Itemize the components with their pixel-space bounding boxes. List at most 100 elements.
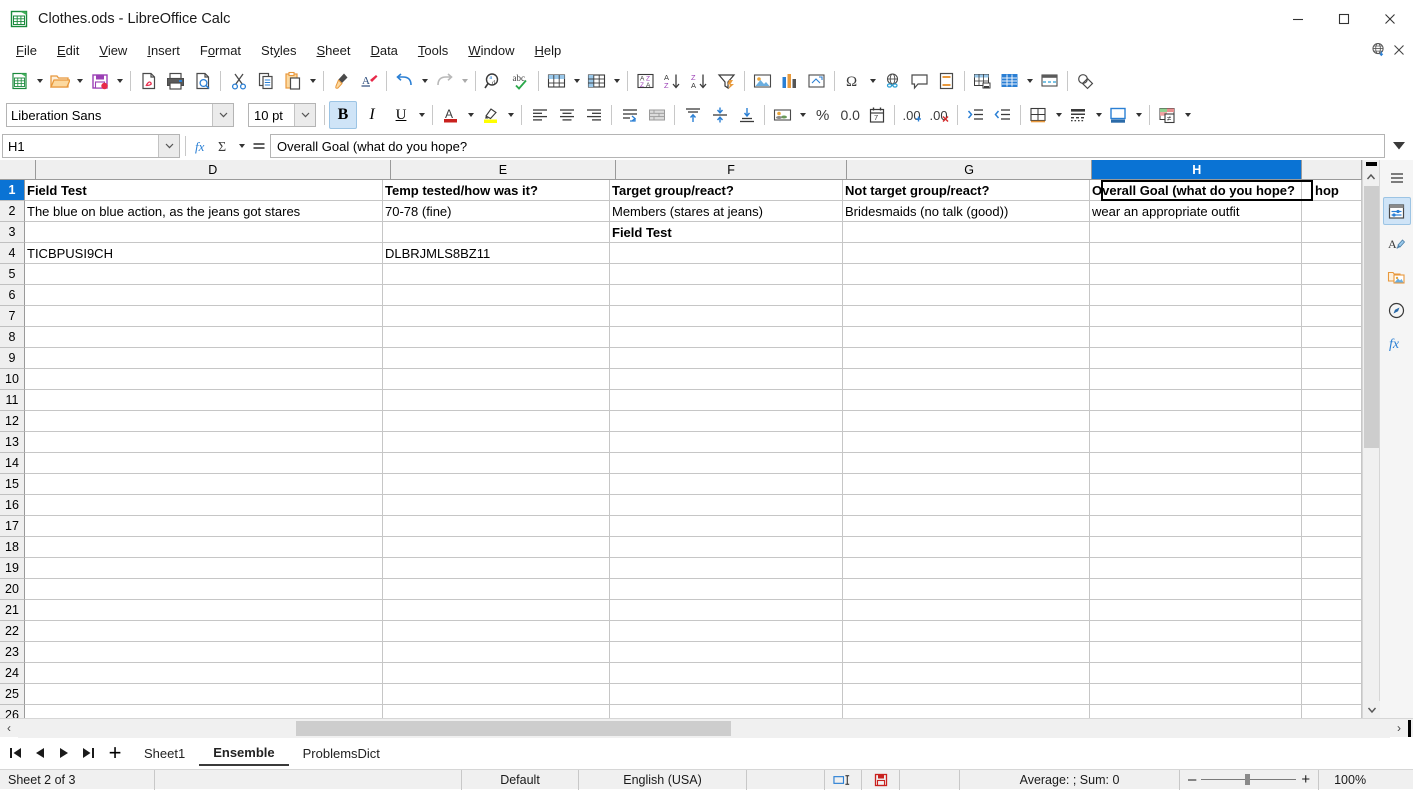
cell-F17[interactable]: [610, 516, 843, 537]
cell-D4[interactable]: TICBPUSI9CH: [25, 243, 383, 264]
cell-E20[interactable]: [383, 579, 610, 600]
cell-F2[interactable]: Members (stares at jeans): [610, 201, 843, 222]
cell-G11[interactable]: [843, 390, 1090, 411]
cell-D3[interactable]: [25, 222, 383, 243]
scroll-left-arrow[interactable]: ‹: [0, 719, 18, 738]
format-as-date-icon[interactable]: 7: [863, 102, 890, 128]
horizontal-scroll-track[interactable]: [18, 718, 1390, 738]
delete-decimal-place-icon[interactable]: .00: [926, 102, 953, 128]
cell-D20[interactable]: [25, 579, 383, 600]
cell-F3[interactable]: Field Test: [610, 222, 843, 243]
cell-F11[interactable]: [610, 390, 843, 411]
insert-chart-icon[interactable]: [776, 68, 803, 94]
cell-filler[interactable]: [1302, 621, 1362, 642]
status-language[interactable]: English (USA): [579, 769, 747, 790]
row-header-8[interactable]: 8: [0, 327, 25, 348]
cell-E23[interactable]: [383, 642, 610, 663]
cell-F18[interactable]: [610, 537, 843, 558]
cell-F1[interactable]: Target group/react?: [610, 180, 843, 201]
row-header-7[interactable]: 7: [0, 306, 25, 327]
cell-E12[interactable]: [383, 411, 610, 432]
special-character-dropdown[interactable]: [866, 68, 879, 94]
cell-E4[interactable]: DLBRJMLS8BZ11: [383, 243, 610, 264]
equals-icon[interactable]: [248, 134, 270, 158]
paste-icon[interactable]: [279, 68, 306, 94]
format-as-currency-icon[interactable]: [769, 102, 796, 128]
row-header-26[interactable]: 26: [0, 705, 25, 718]
name-box-dropdown-arrow[interactable]: [158, 135, 179, 157]
font-size-dropdown-arrow[interactable]: [294, 104, 315, 126]
cell-G8[interactable]: [843, 327, 1090, 348]
cell-filler[interactable]: [1302, 453, 1362, 474]
bold-button[interactable]: B: [329, 101, 357, 129]
define-print-area-icon[interactable]: [996, 68, 1023, 94]
cell-E7[interactable]: [383, 306, 610, 327]
cell-D5[interactable]: [25, 264, 383, 285]
sort-ascending-icon[interactable]: A Z: [659, 68, 686, 94]
vertical-scroll-thumb[interactable]: [1364, 186, 1379, 448]
sum-dropdown[interactable]: [235, 133, 248, 159]
cell-filler[interactable]: [1302, 306, 1362, 327]
cell-filler[interactable]: [1302, 369, 1362, 390]
cell-G24[interactable]: [843, 663, 1090, 684]
cell-filler[interactable]: [1302, 243, 1362, 264]
cell-D10[interactable]: [25, 369, 383, 390]
special-character-icon[interactable]: Ω: [839, 68, 866, 94]
row-header-9[interactable]: 9: [0, 348, 25, 369]
export-pdf-icon[interactable]: [135, 68, 162, 94]
cell-G7[interactable]: [843, 306, 1090, 327]
menu-edit[interactable]: Edit: [47, 39, 89, 63]
row-header-19[interactable]: 19: [0, 558, 25, 579]
name-box[interactable]: H1: [2, 134, 180, 158]
zoom-in-button[interactable]: +: [1301, 771, 1310, 788]
cell-G9[interactable]: [843, 348, 1090, 369]
close-document-icon[interactable]: [1393, 44, 1405, 59]
menu-tools[interactable]: Tools: [408, 39, 458, 63]
cell-H7[interactable]: [1090, 306, 1302, 327]
cell-G12[interactable]: [843, 411, 1090, 432]
cell-filler[interactable]: [1302, 390, 1362, 411]
align-top-icon[interactable]: [679, 102, 706, 128]
web-globe-icon[interactable]: [1371, 42, 1386, 60]
cell-F14[interactable]: [610, 453, 843, 474]
column-header-d[interactable]: D: [35, 160, 391, 180]
sheet-tab-ensemble[interactable]: Ensemble: [199, 740, 289, 766]
menu-view[interactable]: View: [89, 39, 137, 63]
select-all-corner[interactable]: [0, 160, 36, 180]
redo-icon[interactable]: [431, 68, 458, 94]
cell-E21[interactable]: [383, 600, 610, 621]
expand-formula-bar-icon[interactable]: [1385, 134, 1413, 158]
cell-E11[interactable]: [383, 390, 610, 411]
menu-format[interactable]: Format: [190, 39, 251, 63]
cell-G3[interactable]: [843, 222, 1090, 243]
cell-G23[interactable]: [843, 642, 1090, 663]
cell-filler[interactable]: [1302, 684, 1362, 705]
cell-filler[interactable]: [1302, 516, 1362, 537]
background-color-icon[interactable]: [1105, 102, 1132, 128]
cell-F9[interactable]: [610, 348, 843, 369]
menu-sheet[interactable]: Sheet: [306, 39, 360, 63]
cell-E2[interactable]: 70-78 (fine): [383, 201, 610, 222]
cell-H3[interactable]: [1090, 222, 1302, 243]
horizontal-scroll-thumb[interactable]: [296, 720, 731, 736]
find-replace-icon[interactable]: a d: [480, 68, 507, 94]
cell-G18[interactable]: [843, 537, 1090, 558]
cell-F13[interactable]: [610, 432, 843, 453]
cell-H13[interactable]: [1090, 432, 1302, 453]
vertical-split-handle[interactable]: [1366, 162, 1377, 166]
row-header-22[interactable]: 22: [0, 621, 25, 642]
cell-H10[interactable]: [1090, 369, 1302, 390]
row-header-14[interactable]: 14: [0, 453, 25, 474]
cell-D1[interactable]: Field Test: [25, 180, 383, 201]
cell-filler[interactable]: [1302, 222, 1362, 243]
cell-E6[interactable]: [383, 285, 610, 306]
cell-F8[interactable]: [610, 327, 843, 348]
print-icon[interactable]: [162, 68, 189, 94]
first-sheet-icon[interactable]: [4, 740, 28, 766]
row-header-12[interactable]: 12: [0, 411, 25, 432]
undo-dropdown[interactable]: [418, 68, 431, 94]
cell-filler[interactable]: [1302, 663, 1362, 684]
underline-button[interactable]: U: [387, 102, 415, 128]
cell-filler[interactable]: [1302, 285, 1362, 306]
print-preview-icon[interactable]: [189, 68, 216, 94]
